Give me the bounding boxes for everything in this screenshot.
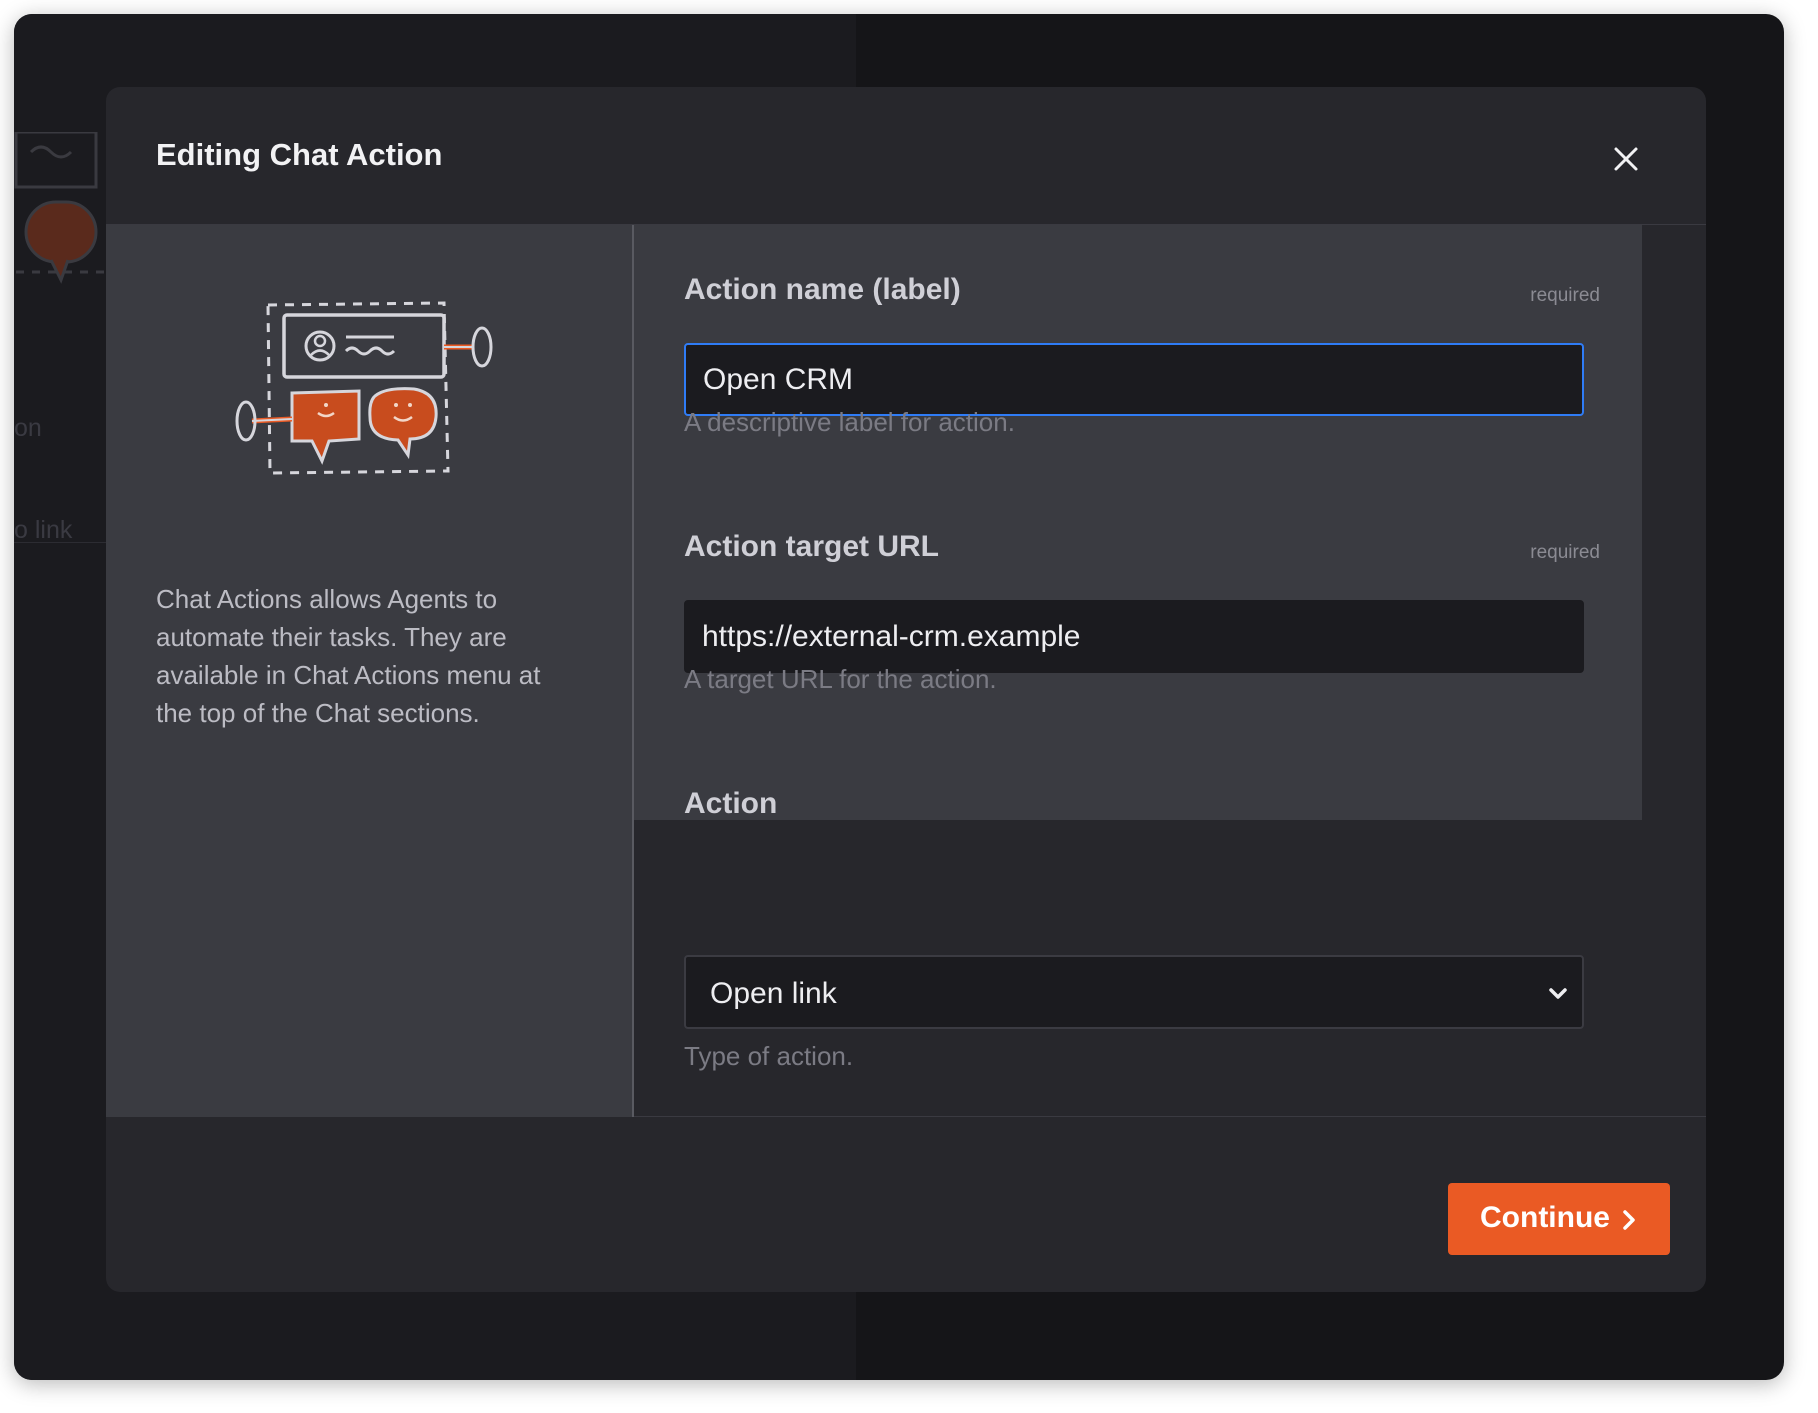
chevron-right-icon — [1623, 1210, 1635, 1230]
target-url-label: Action target URL — [684, 530, 939, 563]
modal-header: Editing Chat Action — [106, 87, 1706, 225]
action-name-input[interactable] — [684, 343, 1584, 416]
continue-button[interactable]: Continue — [1448, 1183, 1670, 1255]
modal-title: Editing Chat Action — [156, 137, 443, 172]
target-url-hint: A target URL for the action. — [684, 664, 997, 694]
action-name-label: Action name (label) — [684, 273, 961, 306]
chat-actions-description: Chat Actions allows Agents to automate t… — [156, 584, 541, 728]
target-url-input[interactable] — [684, 600, 1584, 673]
continue-label: Continue — [1480, 1201, 1610, 1234]
action-type-label: Action — [684, 787, 778, 820]
chevron-down-icon — [1549, 988, 1567, 999]
chat-actions-illustration-icon — [235, 301, 493, 475]
close-button[interactable] — [1606, 139, 1646, 179]
background-nav-item: o link — [14, 516, 73, 544]
action-name-hint: A descriptive label for action. — [684, 407, 1015, 437]
target-url-required: required — [1530, 542, 1600, 563]
action-name-required: required — [1530, 285, 1600, 306]
action-type-select[interactable]: Open link — [684, 955, 1584, 1029]
editing-chat-action-modal: Editing Chat Action Chat Actions allows … — [106, 87, 1706, 1292]
info-panel: Chat Actions allows Agents to automate t… — [106, 225, 634, 1117]
action-type-hint: Type of action. — [684, 1041, 854, 1071]
app-frame: on o link Editing Chat Action Chat Actio… — [14, 14, 1784, 1380]
close-icon — [1614, 147, 1638, 171]
background-nav-item: on — [14, 414, 42, 442]
action-type-selected: Open link — [710, 977, 837, 1010]
fields-section — [634, 225, 1642, 820]
form-area: Action name (label) required A descripti… — [634, 225, 1706, 1117]
